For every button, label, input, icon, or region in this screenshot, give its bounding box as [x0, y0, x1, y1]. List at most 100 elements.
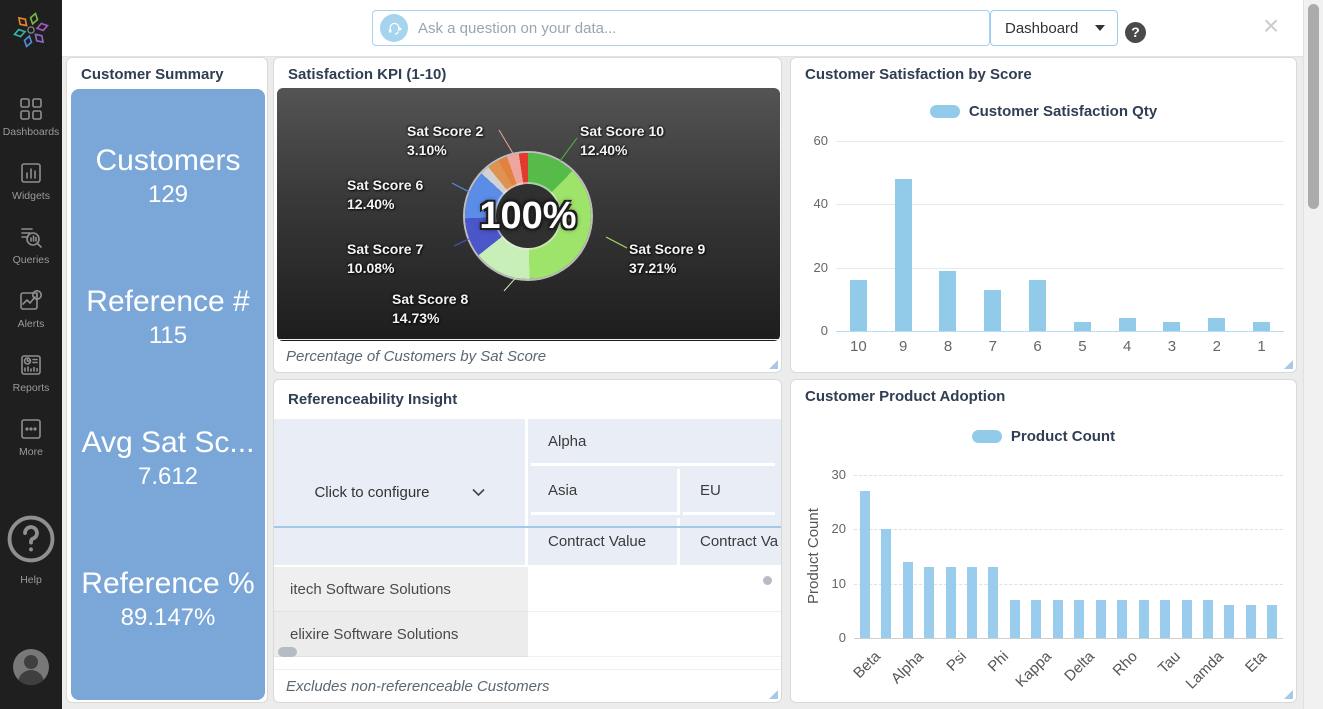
kpi-customers[interactable]: Customers 129: [71, 143, 265, 211]
bar-slot: [1026, 475, 1047, 638]
bar[interactable]: [1246, 605, 1256, 638]
horizontal-scroll-indicator[interactable]: [278, 647, 297, 657]
bar[interactable]: [881, 529, 891, 638]
x-tick-label: Delta: [1061, 648, 1098, 685]
table-row[interactable]: itech Software Solutions: [274, 567, 781, 612]
bar[interactable]: [1074, 322, 1091, 332]
x-tick-label: 3: [1150, 338, 1195, 355]
resize-handle[interactable]: [769, 360, 778, 369]
sidebar-item-help[interactable]: Help: [0, 508, 62, 586]
widget-title: Customer Summary: [67, 58, 267, 83]
row-cells: [528, 567, 781, 612]
sidebar-item-dashboards[interactable]: Dashboards: [0, 96, 62, 160]
donut-center-label: 100%: [465, 153, 591, 279]
x-tick-label: 9: [881, 338, 926, 355]
close-icon[interactable]: ×: [1258, 8, 1284, 44]
bar[interactable]: [850, 280, 867, 331]
resize-handle[interactable]: [1284, 360, 1293, 369]
bar[interactable]: [1163, 322, 1180, 332]
resize-handle[interactable]: [769, 690, 778, 699]
pivot-header-cell-asia[interactable]: Asia: [531, 469, 680, 515]
chevron-down-icon: [1095, 25, 1105, 31]
bar[interactable]: [1160, 600, 1170, 638]
sidebar-item-reports[interactable]: Reports: [0, 352, 62, 416]
kpi-reference-pct[interactable]: Reference % 89.147%: [71, 566, 265, 634]
bar-slot: [1004, 475, 1025, 638]
kpi-value: 89.147%: [71, 602, 265, 634]
bar[interactable]: [1253, 322, 1270, 332]
top-bar: Dashboard ? ×: [62, 0, 1303, 57]
bar[interactable]: [1267, 605, 1277, 638]
sidebar-item-label: Widgets: [12, 190, 50, 202]
kpi-reference-count[interactable]: Reference # 115: [71, 284, 265, 352]
bar[interactable]: [1029, 280, 1046, 331]
gridline: [836, 331, 1284, 332]
bar[interactable]: [1208, 318, 1225, 331]
sidebar-item-alerts[interactable]: Alerts: [0, 288, 62, 352]
page-scrollbar[interactable]: [1303, 0, 1323, 709]
bar[interactable]: [1074, 600, 1084, 638]
bar[interactable]: [984, 290, 1001, 331]
kpi-avg-sat-score[interactable]: Avg Sat Sc... 7.612: [71, 425, 265, 493]
search-input[interactable]: [418, 20, 989, 37]
x-tick-label: Psi: [943, 648, 970, 675]
widget-customer-summary: Customer Summary Customers 129 Reference…: [66, 57, 268, 703]
bar[interactable]: [860, 491, 870, 638]
bar-slot: [961, 475, 982, 638]
bar[interactable]: [1053, 600, 1063, 638]
bar[interactable]: [1117, 600, 1127, 638]
chart-legend[interactable]: Customer Satisfaction Qty: [791, 103, 1296, 120]
pivot-header-cell-eu[interactable]: EU: [683, 469, 775, 515]
table-row[interactable]: elixire Software Solutions: [274, 612, 781, 657]
bars-container: [836, 141, 1284, 331]
x-tick-label: 7: [970, 338, 1015, 355]
pivot-header: Click to configure Alpha Asia EU Contrac…: [274, 419, 781, 565]
vertical-scroll-indicator[interactable]: [763, 576, 772, 585]
bar[interactable]: [1119, 318, 1136, 331]
bar[interactable]: [1139, 600, 1149, 638]
bar-slot: [1111, 475, 1132, 638]
widget-product-adoption: Customer Product Adoption Product Count …: [790, 379, 1297, 703]
y-tick-label: 20: [816, 521, 846, 536]
legend-label: Customer Satisfaction Qty: [969, 103, 1157, 120]
bar[interactable]: [967, 567, 977, 638]
bar-slot: [1060, 141, 1105, 331]
bar[interactable]: [1096, 600, 1106, 638]
bar[interactable]: [924, 567, 934, 638]
view-type-select[interactable]: Dashboard: [990, 10, 1118, 46]
resize-handle[interactable]: [1284, 690, 1293, 699]
configure-dropdown[interactable]: Click to configure: [274, 419, 528, 565]
scrollbar-thumb[interactable]: [1308, 4, 1319, 209]
bar-slot: [1154, 475, 1175, 638]
y-tick-label: 20: [798, 260, 828, 275]
widget-title: Satisfaction KPI (1-10): [274, 58, 781, 83]
voice-assistant-icon[interactable]: [380, 14, 408, 42]
legend-label: Product Count: [1011, 428, 1115, 445]
bar[interactable]: [1031, 600, 1041, 638]
bar-slot: [1105, 141, 1150, 331]
bar[interactable]: [1224, 605, 1234, 638]
sidebar-item-queries[interactable]: Queries: [0, 224, 62, 288]
chart-legend[interactable]: Product Count: [791, 428, 1296, 445]
bar[interactable]: [946, 567, 956, 638]
user-avatar[interactable]: [13, 649, 49, 685]
search-help-button[interactable]: ?: [1125, 22, 1146, 43]
pivot-header-cell-alpha[interactable]: Alpha: [531, 419, 775, 466]
x-tick-label: Kappa: [1013, 648, 1056, 691]
bar[interactable]: [1203, 600, 1213, 638]
ask-data-searchbox[interactable]: [372, 10, 990, 46]
bar[interactable]: [1010, 600, 1020, 638]
pie-label-sat-score-10: Sat Score 1012.40%: [580, 122, 664, 160]
x-tick-label: 2: [1194, 338, 1239, 355]
bar[interactable]: [1182, 600, 1192, 638]
kpi-label: Customers: [71, 143, 265, 179]
bar[interactable]: [903, 562, 913, 638]
sidebar-item-more[interactable]: More: [0, 416, 62, 480]
legend-swatch: [972, 430, 1002, 443]
bar[interactable]: [988, 567, 998, 638]
widget-caption: Excludes non-referenceable Customers: [286, 678, 549, 695]
sidebar-item-widgets[interactable]: Widgets: [0, 160, 62, 224]
app-logo-icon[interactable]: [13, 12, 49, 48]
bar[interactable]: [939, 271, 956, 331]
bar[interactable]: [895, 179, 912, 331]
